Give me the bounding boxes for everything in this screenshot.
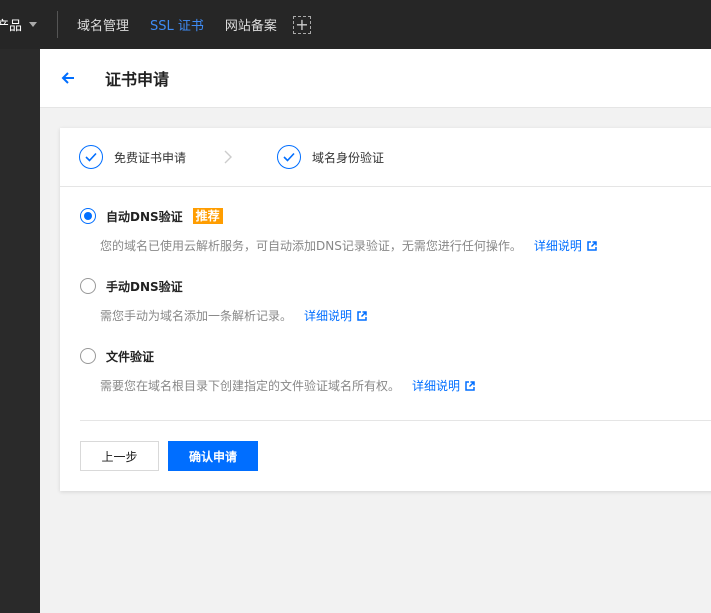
recommend-badge: 推荐 [192, 208, 223, 224]
check-circle-icon [277, 145, 302, 169]
verification-options: 自动DNS验证 推荐 您的域名已使用云解析服务，可自动添加DNS记录验证，无需您… [60, 206, 711, 394]
detail-link[interactable]: 详细说明 [304, 307, 367, 324]
option-label: 手动DNS验证 [106, 279, 183, 294]
option-label: 文件验证 [106, 349, 155, 364]
check-circle-icon [79, 145, 103, 169]
top-navbar: 产品 域名管理 SSL 证书 网站备案 + [0, 0, 711, 49]
detail-link-label: 详细说明 [412, 379, 461, 393]
option-description: 需您手动为域名添加一条解析记录。 详细说明 [100, 307, 711, 324]
chevron-right-icon [224, 150, 233, 164]
step-label: 免费证书申请 [114, 150, 187, 165]
option-manual-dns: 手动DNS验证 需您手动为域名添加一条解析记录。 详细说明 [80, 276, 711, 324]
nav-ssl-certificate[interactable]: SSL 证书 [150, 15, 204, 34]
left-sidebar [0, 49, 40, 613]
detail-link-label: 详细说明 [304, 309, 353, 323]
option-description: 需要您在域名根目录下创建指定的文件验证域名所有权。 详细说明 [100, 377, 711, 394]
products-menu[interactable]: 产品 [0, 0, 38, 49]
step-label: 域名身份验证 [312, 150, 385, 165]
option-description-text: 需您手动为域名添加一条解析记录。 [100, 309, 293, 323]
step-indicator: 免费证书申请 域名身份验证 [60, 128, 711, 187]
external-link-icon [465, 380, 475, 391]
confirm-apply-button[interactable]: 确认申请 [168, 441, 258, 471]
option-auto-dns: 自动DNS验证 推荐 您的域名已使用云解析服务，可自动添加DNS记录验证，无需您… [80, 206, 711, 254]
external-link-icon [357, 310, 367, 321]
option-file: 文件验证 需要您在域名根目录下创建指定的文件验证域名所有权。 详细说明 [80, 346, 711, 394]
option-description-text: 您的域名已使用云解析服务，可自动添加DNS记录验证，无需您进行任何操作。 [100, 239, 522, 253]
detail-link-label: 详细说明 [533, 239, 582, 253]
application-card: 免费证书申请 域名身份验证 自动DNS验证 推荐 您的域名已使用云解析服务，可自… [60, 128, 711, 491]
chevron-down-icon [29, 22, 38, 27]
nav-website-filing[interactable]: 网站备案 [225, 15, 277, 34]
option-label: 自动DNS验证 [106, 209, 183, 224]
radio-file[interactable] [80, 348, 96, 364]
prev-step-button[interactable]: 上一步 [80, 441, 159, 471]
step-2: 域名身份验证 [277, 145, 384, 169]
radio-manual-dns[interactable] [80, 278, 96, 294]
external-link-icon [587, 240, 597, 251]
page-title: 证书申请 [105, 70, 170, 89]
option-description-text: 需要您在域名根目录下创建指定的文件验证域名所有权。 [100, 379, 401, 393]
option-description: 您的域名已使用云解析服务，可自动添加DNS记录验证，无需您进行任何操作。 详细说… [100, 237, 711, 254]
arrow-left-icon[interactable] [60, 69, 78, 87]
nav-divider [57, 11, 59, 38]
footer-divider [80, 420, 711, 421]
detail-link[interactable]: 详细说明 [534, 237, 597, 254]
page-header: 证书申请 [40, 49, 711, 108]
detail-link[interactable]: 详细说明 [412, 377, 475, 394]
nav-domain-management[interactable]: 域名管理 [77, 15, 129, 34]
step-1: 免费证书申请 [79, 145, 186, 169]
radio-auto-dns[interactable] [80, 208, 96, 224]
products-label: 产品 [0, 19, 23, 34]
plus-icon[interactable]: + [292, 15, 311, 34]
